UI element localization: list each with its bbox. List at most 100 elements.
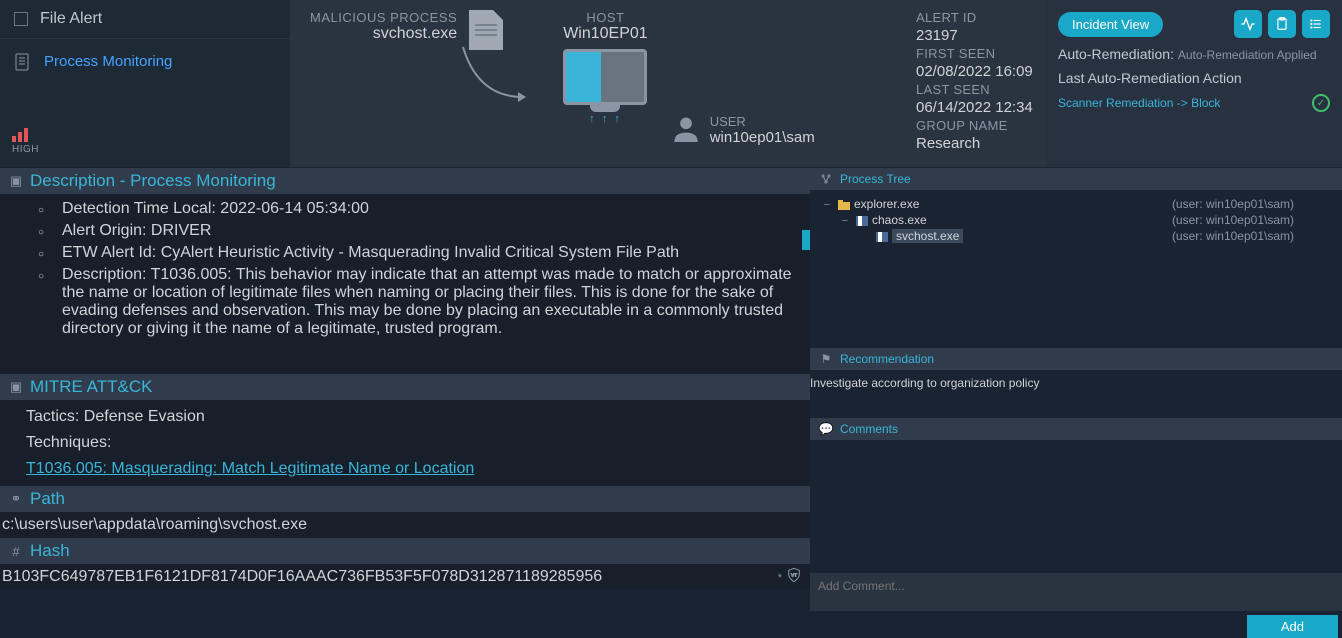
recommendation-body: Investigate according to organization po… [810, 370, 1342, 418]
folder-icon [838, 199, 850, 209]
file-icon [469, 10, 503, 50]
bulb-icon: ⚑ [818, 351, 834, 367]
select-checkbox[interactable] [14, 12, 28, 26]
alert-info-block: ALERT ID 23197 FIRST SEEN 02/08/2022 16:… [916, 0, 1046, 167]
comments-header: 💬 Comments [810, 418, 1342, 440]
flag-icon [876, 231, 888, 241]
up-arrows-icon: ↑ ↑ ↑ [563, 113, 648, 125]
arrow-icon [458, 42, 538, 102]
header-diagram: MALICIOUS PROCESS svchost.exe HOST Win10… [290, 0, 916, 167]
action-buttons-row: Incident View [1058, 10, 1330, 38]
left-column: ▣ Description - Process Monitoring Detec… [0, 168, 810, 638]
recommendation-text: Investigate according to organization po… [810, 376, 1039, 390]
process-monitoring-row[interactable]: Process Monitoring [0, 39, 290, 84]
flag-icon [856, 215, 868, 225]
description-header: ▣ Description - Process Monitoring [0, 168, 810, 194]
path-body: c:\users\user\appdata\roaming\svchost.ex… [0, 512, 810, 538]
comments-list [810, 440, 1342, 573]
user-block: USER win10ep01\sam [672, 114, 815, 167]
group-label: GROUP NAME [916, 118, 1046, 133]
host-name: Win10EP01 [563, 25, 648, 43]
tree-expand-icon[interactable]: – [824, 199, 834, 210]
tree-node-name: svchost.exe [892, 229, 963, 243]
mitre-tactics: Tactics: Defense Evasion [26, 404, 800, 430]
malicious-process-label: MALICIOUS PROCESS [310, 10, 457, 25]
tree-icon [818, 171, 834, 187]
process-tree-header: Process Tree [810, 168, 1342, 190]
right-column: Process Tree –explorer.exe(user: win10ep… [810, 168, 1342, 638]
alert-id-value: 23197 [916, 27, 1046, 44]
description-item: Alert Origin: DRIVER [62, 220, 800, 242]
mitre-title: MITRE ATT&CK [30, 377, 152, 397]
shield-vt-icon[interactable]: VT [786, 566, 802, 589]
group-value: Research [916, 135, 1046, 152]
tree-expand-icon[interactable]: – [842, 215, 852, 226]
comments-title: Comments [840, 422, 898, 436]
header-left: File Alert Process Monitoring HIGH [0, 0, 290, 167]
user-value: win10ep01\sam [710, 129, 815, 146]
mitre-technique-link[interactable]: T1036.005: Masquerading: Match Legitimat… [26, 460, 474, 477]
path-icon: ⚭ [8, 491, 24, 507]
process-tree-title: Process Tree [840, 172, 911, 186]
header-actions: Incident View Auto-Remediation: Auto-Rem… [1046, 0, 1342, 167]
process-tree-body: –explorer.exe(user: win10ep01\sam)–chaos… [810, 190, 1342, 348]
tree-row[interactable]: –explorer.exe(user: win10ep01\sam) [824, 196, 1328, 212]
mitre-body: Tactics: Defense Evasion Techniques: T10… [0, 400, 810, 486]
malicious-process-block: MALICIOUS PROCESS svchost.exe [310, 10, 457, 167]
body: ▣ Description - Process Monitoring Detec… [0, 168, 1342, 638]
comments-body: Add [810, 440, 1342, 638]
host-block: HOST Win10EP01 ↑ ↑ ↑ [563, 10, 648, 167]
success-check-icon: ✓ [1312, 94, 1330, 112]
auto-remediation-row: Auto-Remediation: Auto-Remediation Appli… [1058, 46, 1330, 62]
star-icon[interactable]: * [778, 572, 782, 584]
auto-remediation-label: Auto-Remediation: [1058, 46, 1174, 62]
list-icon-button[interactable] [1302, 10, 1330, 38]
severity-indicator: HIGH [0, 126, 290, 167]
description-body: Detection Time Local: 2022-06-14 05:34:0… [0, 194, 810, 374]
scrollbar-thumb[interactable] [802, 230, 810, 250]
path-header: ⚭ Path [0, 486, 810, 512]
last-seen-value: 06/14/2022 12:34 [916, 99, 1046, 116]
last-action-label: Last Auto-Remediation Action [1058, 70, 1330, 86]
mitre-icon: ▣ [8, 379, 24, 395]
user-icon [672, 114, 700, 142]
alert-header: File Alert Process Monitoring HIGH MALIC… [0, 0, 1342, 168]
comment-input[interactable] [810, 573, 1342, 611]
description-item: Detection Time Local: 2022-06-14 05:34:0… [62, 198, 800, 220]
description-item: Description: T1036.005: This behavior ma… [62, 264, 800, 340]
svg-text:VT: VT [791, 572, 797, 577]
user-label: USER [710, 114, 815, 129]
description-item: ETW Alert Id: CyAlert Heuristic Activity… [62, 242, 800, 264]
tree-row[interactable]: – chaos.exe (user: win10ep01\sam) [824, 212, 1328, 228]
tree-node-user: (user: win10ep01\sam) [1172, 197, 1328, 211]
activity-icon-button[interactable] [1234, 10, 1262, 38]
tree-node-name: chaos.exe [872, 213, 927, 227]
host-label: HOST [563, 10, 648, 25]
incident-view-button[interactable]: Incident View [1058, 12, 1163, 37]
auto-remediation-value: Auto-Remediation Applied [1178, 48, 1317, 62]
recommendation-title: Recommendation [840, 352, 934, 366]
malicious-process-name: svchost.exe [373, 25, 457, 43]
recommendation-header: ⚑ Recommendation [810, 348, 1342, 370]
mitre-techniques-label: Techniques: [26, 430, 800, 456]
tree-node-user: (user: win10ep01\sam) [1172, 213, 1328, 227]
remediation-action-link[interactable]: Scanner Remediation -> Block [1058, 96, 1220, 110]
description-title: Description - Process Monitoring [30, 171, 276, 191]
comment-icon: 💬 [818, 421, 834, 437]
monitor-icon [563, 49, 647, 105]
hash-header: # Hash [0, 538, 810, 564]
hash-actions: * VT [778, 566, 802, 589]
file-alert-title: File Alert [40, 10, 102, 28]
add-comment-button[interactable]: Add [1247, 615, 1338, 638]
process-monitoring-label: Process Monitoring [44, 53, 172, 70]
path-title: Path [30, 489, 65, 509]
document-icon [14, 54, 30, 70]
tree-row[interactable]: svchost.exe(user: win10ep01\sam) [824, 228, 1328, 244]
last-seen-label: LAST SEEN [916, 82, 1046, 97]
clipboard-icon-button[interactable] [1268, 10, 1296, 38]
mitre-header: ▣ MITRE ATT&CK [0, 374, 810, 400]
alert-id-label: ALERT ID [916, 10, 1046, 25]
description-icon: ▣ [8, 173, 24, 189]
severity-label: HIGH [12, 144, 290, 155]
description-list: Detection Time Local: 2022-06-14 05:34:0… [26, 198, 800, 340]
